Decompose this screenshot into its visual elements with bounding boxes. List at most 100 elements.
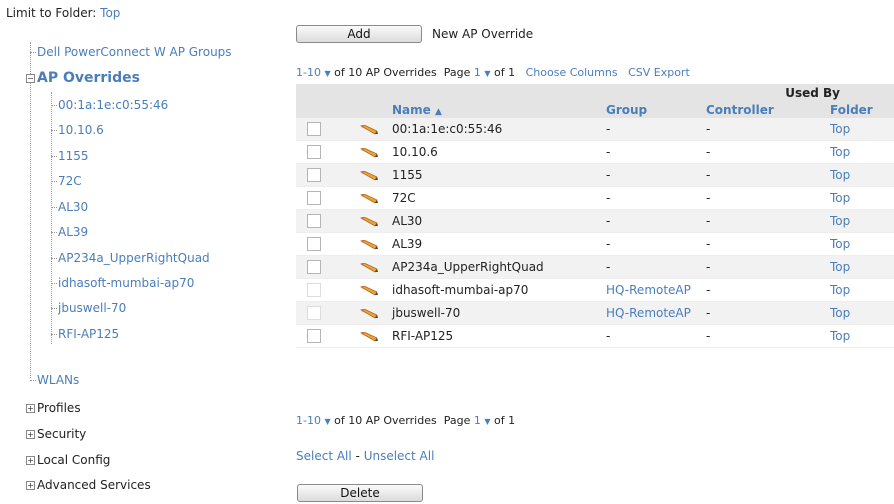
- cell-name: AL30: [392, 209, 606, 233]
- range-select[interactable]: 1-10 ▼: [296, 66, 331, 79]
- pencil-icon[interactable]: [360, 170, 378, 181]
- table-row: jbuswell-70 HQ-RemoteAP - Top: [296, 301, 894, 325]
- limit-label: Limit to Folder:: [6, 6, 97, 20]
- row-checkbox[interactable]: [307, 237, 321, 252]
- table-row: 72C - - Top: [296, 186, 894, 210]
- limit-to-folder: Limit to Folder: Top: [6, 6, 120, 20]
- limit-folder-link[interactable]: Top: [100, 6, 120, 20]
- row-checkbox[interactable]: [307, 145, 321, 160]
- tree-sub-item[interactable]: AL30: [51, 199, 88, 215]
- page-label: Page: [443, 414, 471, 427]
- row-checkbox[interactable]: [307, 283, 321, 298]
- add-button[interactable]: Add: [296, 25, 422, 43]
- cell-folder[interactable]: Top: [830, 209, 894, 233]
- select-all-link[interactable]: Select All: [296, 449, 352, 463]
- tree-item-security[interactable]: + Security: [26, 426, 86, 442]
- tree-sub-item[interactable]: 00:1a:1e:c0:55:46: [51, 97, 168, 113]
- cell-controller: -: [706, 301, 830, 325]
- pencil-icon[interactable]: [360, 193, 378, 204]
- tree-item-profiles[interactable]: + Profiles: [26, 400, 81, 416]
- cell-controller: -: [706, 209, 830, 233]
- choose-columns-link[interactable]: Choose Columns: [526, 66, 618, 79]
- tree-item-wlans[interactable]: WLANs: [30, 372, 79, 388]
- column-header-folder[interactable]: Folder: [830, 102, 894, 118]
- pencil-icon[interactable]: [360, 216, 378, 227]
- pencil-icon[interactable]: [360, 147, 378, 158]
- cell-group: -: [606, 255, 706, 279]
- page-select[interactable]: 1 ▼: [474, 414, 491, 427]
- row-checkbox[interactable]: [307, 214, 321, 229]
- cell-controller: -: [706, 118, 830, 141]
- tree-connector: [30, 42, 31, 378]
- pencil-icon[interactable]: [360, 124, 378, 135]
- chevron-down-icon: ▼: [324, 69, 331, 78]
- range-select[interactable]: 1-10 ▼: [296, 414, 331, 427]
- cell-group[interactable]: HQ-RemoteAP: [606, 301, 706, 325]
- cell-name: 1155: [392, 163, 606, 187]
- pencil-icon[interactable]: [360, 239, 378, 250]
- row-checkbox[interactable]: [307, 122, 321, 137]
- ap-overrides-table: Used By Name ▲ Group Controller Folder 0…: [296, 84, 894, 348]
- cell-folder[interactable]: Top: [830, 278, 894, 302]
- pager-count: of 10 AP Overrides: [334, 414, 437, 427]
- cell-folder[interactable]: Top: [830, 324, 894, 348]
- cell-group: -: [606, 209, 706, 233]
- cell-name: 10.10.6: [392, 140, 606, 164]
- row-checkbox[interactable]: [307, 306, 321, 321]
- plus-box-icon[interactable]: +: [26, 430, 35, 439]
- row-checkbox[interactable]: [307, 168, 321, 183]
- tree-sub-item[interactable]: idhasoft-mumbai-ap70: [51, 275, 194, 291]
- tree-item-groups[interactable]: Dell PowerConnect W AP Groups: [30, 44, 232, 60]
- tree-sub-item[interactable]: 72C: [51, 173, 82, 189]
- plus-box-icon[interactable]: +: [26, 481, 35, 490]
- cell-folder[interactable]: Top: [830, 186, 894, 210]
- cell-group: -: [606, 140, 706, 164]
- cell-folder[interactable]: Top: [830, 163, 894, 187]
- pager-bottom: 1-10 ▼ of 10 AP Overrides Page 1 ▼ of 1: [296, 414, 515, 427]
- tree-sub-item[interactable]: 10.10.6: [51, 122, 104, 138]
- cell-controller: -: [706, 324, 830, 348]
- delete-button[interactable]: Delete: [297, 484, 423, 502]
- page-select[interactable]: 1 ▼: [474, 66, 491, 79]
- minus-box-icon[interactable]: −: [26, 74, 35, 83]
- pencil-icon[interactable]: [360, 285, 378, 296]
- cell-group: -: [606, 232, 706, 256]
- tree-item-advanced-services[interactable]: + Advanced Services: [26, 477, 151, 493]
- cell-folder[interactable]: Top: [830, 301, 894, 325]
- tree-sub-item[interactable]: AL39: [51, 224, 88, 240]
- plus-box-icon[interactable]: +: [26, 456, 35, 465]
- row-checkbox[interactable]: [307, 260, 321, 275]
- column-header-name[interactable]: Name ▲: [392, 102, 606, 118]
- cell-group[interactable]: HQ-RemoteAP: [606, 278, 706, 302]
- cell-name: jbuswell-70: [392, 301, 606, 325]
- pencil-icon[interactable]: [360, 308, 378, 319]
- tree-sub-item[interactable]: AP234a_UpperRightQuad: [51, 250, 210, 266]
- cell-folder[interactable]: Top: [830, 118, 894, 141]
- row-checkbox[interactable]: [307, 191, 321, 206]
- cell-controller: -: [706, 163, 830, 187]
- cell-folder[interactable]: Top: [830, 140, 894, 164]
- page-label: Page: [443, 66, 471, 79]
- plus-box-icon[interactable]: +: [26, 404, 35, 413]
- cell-name: AP234a_UpperRightQuad: [392, 255, 606, 279]
- tree-sub-item[interactable]: 1155: [51, 148, 89, 164]
- tree-sub-item[interactable]: RFI-AP125: [51, 326, 119, 342]
- pencil-icon[interactable]: [360, 262, 378, 273]
- csv-export-link[interactable]: CSV Export: [628, 66, 690, 79]
- cell-name: 72C: [392, 186, 606, 210]
- tree-item-local-config[interactable]: + Local Config: [26, 452, 110, 468]
- column-header-group[interactable]: Group: [606, 102, 706, 118]
- cell-folder[interactable]: Top: [830, 232, 894, 256]
- table-row: AP234a_UpperRightQuad - - Top: [296, 255, 894, 279]
- unselect-all-link[interactable]: Unselect All: [364, 449, 435, 463]
- cell-group: -: [606, 186, 706, 210]
- cell-folder[interactable]: Top: [830, 255, 894, 279]
- separator: -: [351, 449, 364, 463]
- pencil-icon[interactable]: [360, 331, 378, 342]
- row-checkbox[interactable]: [307, 329, 321, 344]
- cell-group: -: [606, 324, 706, 348]
- tree-sub-item[interactable]: jbuswell-70: [51, 300, 126, 316]
- cell-group: -: [606, 118, 706, 141]
- tree-item-ap-overrides[interactable]: − AP Overrides: [26, 70, 140, 86]
- column-header-controller[interactable]: Controller: [706, 102, 830, 118]
